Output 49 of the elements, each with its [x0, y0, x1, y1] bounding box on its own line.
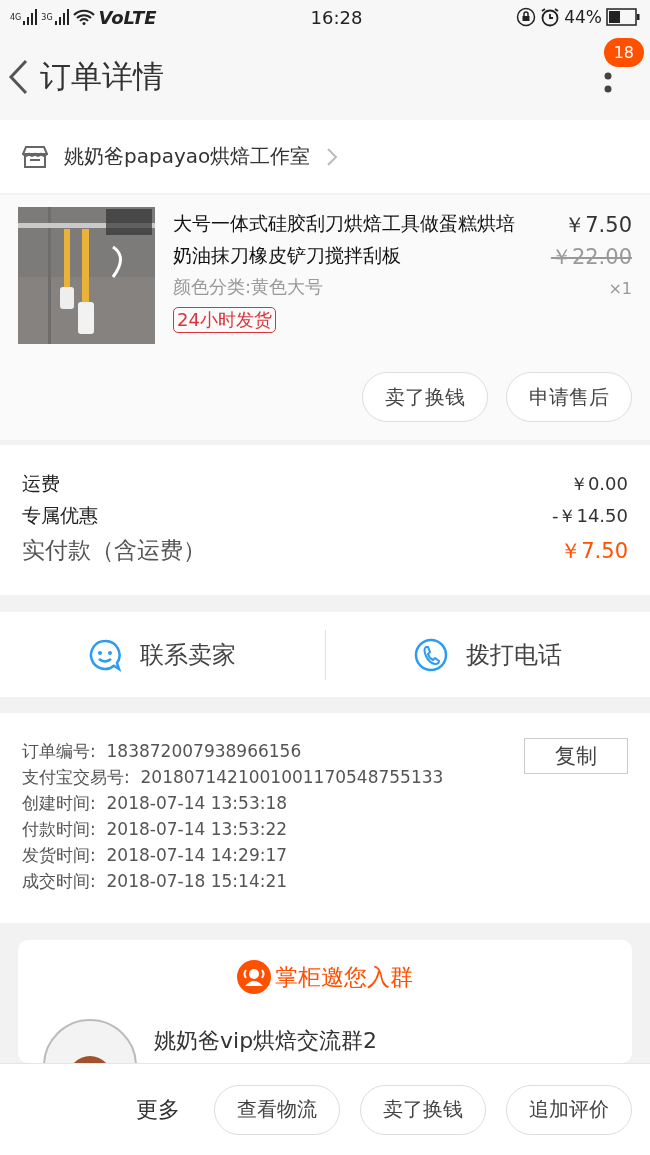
order-info-row-text: 创建时间: 2018-07-14 13:53:18 — [22, 792, 288, 815]
order-info-row-text: 发货时间: 2018-07-14 14:29:17 — [22, 844, 288, 867]
order-info-row-text: 订单编号: 183872007938966156 — [22, 740, 302, 763]
bottom-action-button[interactable]: 追加评价 — [506, 1084, 632, 1135]
alarm-icon — [540, 7, 561, 27]
rotation-lock-icon — [516, 7, 537, 27]
summary-value: ￥0.00 — [569, 472, 628, 496]
product-variant: 颜色分类:黄色大号 — [173, 275, 325, 299]
page-title: 订单详情 — [40, 57, 164, 96]
product-price: ￥7.50 — [564, 212, 632, 239]
wifi-icon — [72, 9, 95, 25]
phone-icon — [413, 637, 448, 672]
summary-value: -￥14.50 — [551, 504, 628, 528]
bottom-action-button[interactable]: 查看物流 — [214, 1084, 340, 1135]
order-info-row-text: 成交时间: 2018-07-18 15:14:21 — [22, 870, 288, 893]
notification-badge: 18 — [603, 38, 644, 67]
product-quantity: ×1 — [608, 279, 632, 298]
order-info-row-text: 付款时间: 2018-07-14 13:53:22 — [22, 818, 288, 841]
network-label: 3G — [41, 12, 53, 22]
summary-label: 实付款（含运费） — [22, 536, 206, 565]
shipping-tag: 24小时发货 — [173, 307, 276, 333]
network-label: 4G — [10, 12, 22, 22]
call-button[interactable]: 拨打电话 — [324, 629, 650, 680]
chat-icon — [88, 637, 123, 672]
contact-seller-button[interactable]: 联系卖家 — [0, 629, 325, 680]
copy-button[interactable]: 复制 — [524, 738, 628, 774]
shop-name[interactable]: 姚奶爸papayao烘焙工作室 — [64, 143, 311, 170]
summary-label: 专属优惠 — [22, 503, 98, 528]
clock-time: 16:28 — [310, 6, 363, 28]
invite-title: 掌柜邀您入群 — [275, 962, 413, 992]
original-price: ￥22.00 — [550, 244, 632, 271]
store-icon — [22, 144, 48, 169]
order-info-row-text: 支付宝交易号: 2018071421001001170548755133 — [22, 766, 444, 789]
summary-value: ￥7.50 — [560, 537, 628, 565]
product-title[interactable]: 大号一体式硅胶刮刀烘焙工具做蛋糕烘培奶油抹刀橡皮铲刀搅拌刮板 — [173, 207, 524, 271]
group-icon — [237, 960, 271, 994]
group-name[interactable]: 姚奶爸vip烘焙交流群2 — [154, 1026, 378, 1056]
battery-icon — [606, 8, 640, 26]
battery-percent: 44% — [564, 7, 602, 27]
volte-label: VoLTE — [98, 6, 157, 28]
summary-label: 运费 — [22, 471, 60, 496]
item-action-button[interactable]: 卖了换钱 — [362, 372, 488, 422]
item-action-button[interactable]: 申请售后 — [506, 372, 632, 422]
more-menu-icon[interactable] — [604, 70, 612, 94]
signal-icon — [54, 9, 69, 25]
more-button[interactable]: 更多 — [136, 1094, 180, 1125]
back-icon[interactable] — [8, 59, 28, 95]
bottom-action-button[interactable]: 卖了换钱 — [360, 1084, 486, 1135]
signal-icon — [23, 9, 38, 25]
